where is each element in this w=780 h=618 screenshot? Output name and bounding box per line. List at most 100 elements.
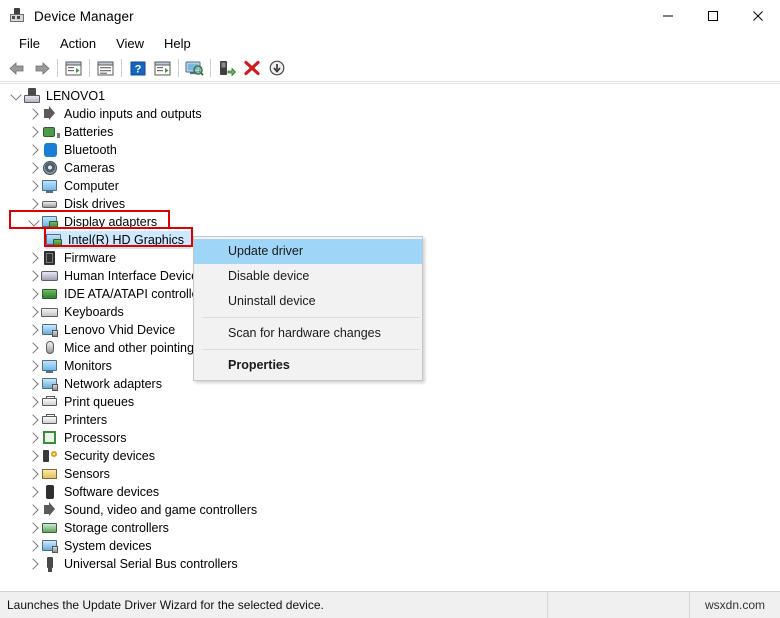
context-menu-separator bbox=[203, 349, 420, 350]
uninstall-device-icon[interactable] bbox=[239, 56, 264, 80]
chevron-right-icon[interactable] bbox=[26, 141, 41, 159]
context-menu-item-disable-device[interactable]: Disable device bbox=[194, 264, 422, 289]
help-icon[interactable]: ? bbox=[125, 56, 150, 80]
tree-item-label: IDE ATA/ATAPI controllers bbox=[64, 287, 209, 301]
tree-item-label: Computer bbox=[64, 179, 119, 193]
chevron-right-icon[interactable] bbox=[26, 537, 41, 555]
tree-item-label: Storage controllers bbox=[64, 521, 169, 535]
tree-item-root[interactable]: LENOVO1 bbox=[0, 87, 780, 105]
tree-item-print-queues[interactable]: Print queues bbox=[0, 393, 780, 411]
update-driver-icon[interactable] bbox=[214, 56, 239, 80]
close-button[interactable] bbox=[735, 0, 780, 32]
chevron-right-icon[interactable] bbox=[26, 357, 41, 375]
speaker-icon bbox=[41, 106, 59, 122]
chevron-right-icon[interactable] bbox=[26, 375, 41, 393]
chevron-right-icon[interactable] bbox=[26, 393, 41, 411]
chevron-right-icon[interactable] bbox=[26, 483, 41, 501]
menu-bar: File Action View Help bbox=[0, 32, 780, 55]
chevron-right-icon[interactable] bbox=[26, 519, 41, 537]
context-menu[interactable]: Update driver Disable device Uninstall d… bbox=[193, 236, 423, 381]
battery-icon bbox=[41, 124, 60, 140]
tree-item-computer[interactable]: Computer bbox=[0, 177, 780, 195]
tree-item-processors[interactable]: Processors bbox=[0, 429, 780, 447]
chevron-right-icon[interactable] bbox=[26, 555, 41, 573]
menu-help[interactable]: Help bbox=[154, 34, 201, 53]
tree-item-label: System devices bbox=[64, 539, 152, 553]
printer-icon bbox=[41, 394, 59, 410]
toolbar-separator bbox=[121, 59, 122, 77]
context-menu-item-uninstall-device[interactable]: Uninstall device bbox=[194, 289, 422, 314]
properties-icon[interactable] bbox=[93, 56, 118, 80]
tree-item-audio[interactable]: Audio inputs and outputs bbox=[0, 105, 780, 123]
tree-item-disk-drives[interactable]: Disk drives bbox=[0, 195, 780, 213]
chevron-right-icon[interactable] bbox=[26, 465, 41, 483]
tree-item-sensors[interactable]: Sensors bbox=[0, 465, 780, 483]
chevron-right-icon[interactable] bbox=[26, 195, 41, 213]
chevron-right-icon[interactable] bbox=[26, 123, 41, 141]
tree-item-label: Disk drives bbox=[64, 197, 126, 211]
scan-hardware-changes-icon[interactable] bbox=[182, 56, 207, 80]
context-menu-item-scan-for-hardware-changes[interactable]: Scan for hardware changes bbox=[194, 321, 422, 346]
watermark: wsxdn.com bbox=[704, 598, 766, 612]
tree-item-label: Firmware bbox=[64, 251, 117, 265]
chevron-right-icon[interactable] bbox=[26, 501, 41, 519]
chevron-right-icon[interactable] bbox=[26, 429, 41, 447]
computer-root-icon bbox=[23, 88, 41, 104]
tree-item-system-devices[interactable]: System devices bbox=[0, 537, 780, 555]
chevron-right-icon[interactable] bbox=[26, 159, 41, 177]
status-bar: Launches the Update Driver Wizard for th… bbox=[0, 591, 780, 618]
tree-item-label: Cameras bbox=[64, 161, 115, 175]
disable-device-icon[interactable] bbox=[264, 56, 289, 80]
tree-item-storage-controllers[interactable]: Storage controllers bbox=[0, 519, 780, 537]
show-hide-action-pane-icon[interactable] bbox=[150, 56, 175, 80]
chevron-down-icon[interactable] bbox=[8, 87, 23, 105]
tree-item-usb-controllers[interactable]: Universal Serial Bus controllers bbox=[0, 555, 780, 573]
keyboard-icon bbox=[41, 304, 59, 320]
chevron-right-icon[interactable] bbox=[26, 267, 41, 285]
forward-arrow-icon[interactable] bbox=[29, 56, 54, 80]
chevron-right-icon[interactable] bbox=[26, 249, 41, 267]
tree-item-display-adapters[interactable]: Display adapters bbox=[0, 213, 780, 231]
tree-item-bluetooth[interactable]: Bluetooth bbox=[0, 141, 780, 159]
menu-file[interactable]: File bbox=[9, 34, 50, 53]
tree-item-label: Printers bbox=[64, 413, 108, 427]
context-menu-item-properties[interactable]: Properties bbox=[194, 353, 422, 378]
tree-item-label: Print queues bbox=[64, 395, 135, 409]
tree-item-printers[interactable]: Printers bbox=[0, 411, 780, 429]
firmware-icon bbox=[41, 250, 59, 266]
tree-item-label: Batteries bbox=[64, 125, 114, 139]
status-message: Launches the Update Driver Wizard for th… bbox=[0, 592, 548, 618]
menu-action[interactable]: Action bbox=[50, 34, 106, 53]
menu-view[interactable]: View bbox=[106, 34, 154, 53]
chevron-right-icon[interactable] bbox=[26, 411, 41, 429]
tree-item-cameras[interactable]: Cameras bbox=[0, 159, 780, 177]
tree-item-batteries[interactable]: Batteries bbox=[0, 123, 780, 141]
back-arrow-icon[interactable] bbox=[4, 56, 29, 80]
status-middle-pane bbox=[548, 592, 690, 618]
chevron-down-icon[interactable] bbox=[26, 213, 41, 231]
chevron-right-icon[interactable] bbox=[26, 303, 41, 321]
chevron-right-icon[interactable] bbox=[26, 105, 41, 123]
chevron-right-icon[interactable] bbox=[26, 447, 41, 465]
svg-text:?: ? bbox=[134, 63, 141, 75]
chevron-right-icon[interactable] bbox=[26, 177, 41, 195]
tree-item-label: Security devices bbox=[64, 449, 156, 463]
tree-item-security-devices[interactable]: Security devices bbox=[0, 447, 780, 465]
chevron-right-icon[interactable] bbox=[26, 339, 41, 357]
context-menu-item-update-driver[interactable]: Update driver bbox=[194, 239, 422, 264]
toolbar-separator bbox=[178, 59, 179, 77]
tree-item-sound-video-game-controllers[interactable]: Sound, video and game controllers bbox=[0, 501, 780, 519]
chevron-right-icon[interactable] bbox=[26, 285, 41, 303]
storage-controller-icon bbox=[41, 520, 59, 536]
maximize-button[interactable] bbox=[690, 0, 735, 32]
disk-drive-icon bbox=[41, 196, 59, 212]
show-hide-console-tree-icon[interactable] bbox=[61, 56, 86, 80]
window-title: Device Manager bbox=[34, 8, 134, 24]
tree-item-label: Software devices bbox=[64, 485, 160, 499]
toolbar-separator bbox=[57, 59, 58, 77]
tree-item-software-devices[interactable]: Software devices bbox=[0, 483, 780, 501]
chevron-right-icon[interactable] bbox=[26, 321, 41, 339]
speaker-icon bbox=[41, 502, 59, 518]
minimize-button[interactable] bbox=[645, 0, 690, 32]
ide-controller-icon bbox=[41, 286, 59, 302]
